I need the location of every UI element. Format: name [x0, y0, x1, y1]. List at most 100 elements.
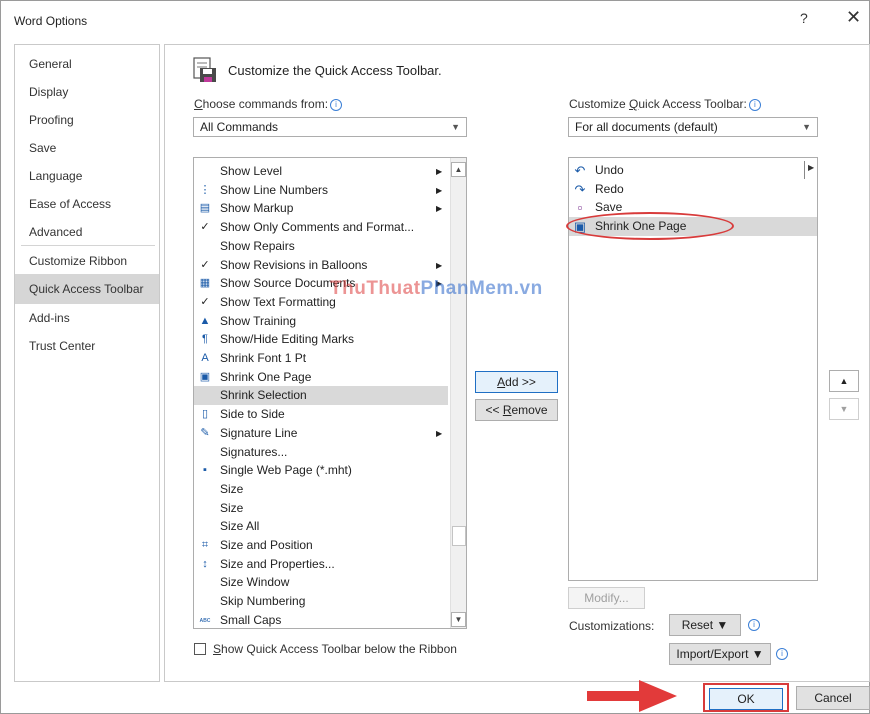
command-label: Size	[220, 481, 244, 496]
command-list-item[interactable]: ✎ Signature Line ▶	[194, 424, 448, 443]
small-caps-icon: ᴀʙᴄ	[199, 616, 211, 624]
undo-icon: ↶	[574, 163, 586, 178]
command-label: Shrink Selection	[220, 388, 307, 403]
submenu-arrow-icon: ▶	[436, 185, 443, 195]
scroll-up-icon[interactable]: ▲	[451, 162, 466, 177]
commands-scrollbar[interactable]: ▲ ▼	[450, 158, 466, 628]
show-below-ribbon-checkbox[interactable]	[194, 643, 206, 655]
check-icon: ✓	[200, 295, 210, 308]
command-list-item[interactable]: Size	[194, 480, 448, 499]
graduation-cap-icon: ▲	[199, 314, 211, 327]
modify-button[interactable]: Modify...	[568, 587, 645, 609]
help-button[interactable]: ?	[800, 10, 808, 26]
command-list-item[interactable]: ⌗ Size and Position	[194, 536, 448, 555]
nav-item-trust-center[interactable]: Trust Center	[15, 333, 159, 359]
command-label: Show Training	[220, 313, 297, 328]
move-up-button[interactable]: ▲	[829, 370, 859, 392]
nav-item-general[interactable]: General	[15, 51, 159, 77]
command-list-item[interactable]: Show Repairs	[194, 237, 448, 256]
remove-button[interactable]: << Remove	[475, 399, 558, 421]
choose-commands-combo[interactable]: All Commands ▼	[193, 117, 467, 137]
nav-item-proofing[interactable]: Proofing	[15, 107, 159, 133]
toolbar-list-item[interactable]: ↷ Redo	[569, 180, 817, 199]
choose-commands-label: Choose commands from: i	[194, 97, 343, 111]
scroll-thumb[interactable]	[452, 526, 466, 546]
dialog-title: Word Options	[14, 14, 88, 28]
command-label: Shrink Font 1 Pt	[220, 351, 307, 365]
command-label: Shrink One Page	[220, 369, 312, 384]
scroll-down-icon[interactable]: ▼	[451, 612, 466, 627]
command-label: Small Caps	[220, 612, 282, 627]
command-list-item[interactable]: Skip Numbering	[194, 592, 448, 611]
command-list-item[interactable]: Size	[194, 499, 448, 518]
toolbar-item-label: Redo	[595, 181, 624, 196]
command-list-item[interactable]: ᴀʙᴄ Small Caps	[194, 611, 448, 628]
size-properties-icon: ↕	[202, 557, 208, 570]
command-label: Show Repairs	[220, 238, 295, 253]
customize-qat-combo[interactable]: For all documents (default) ▼	[568, 117, 818, 137]
customize-qat-value: For all documents (default)	[575, 120, 718, 134]
command-list-item[interactable]: Signatures...	[194, 443, 448, 462]
command-list-item[interactable]: ▲ Show Training	[194, 312, 448, 331]
info-icon: i	[748, 619, 760, 631]
nav-item-advanced[interactable]: Advanced	[15, 219, 159, 245]
nav-item-customize-ribbon[interactable]: Customize Ribbon	[15, 248, 159, 274]
command-list-item[interactable]: Size Window	[194, 573, 448, 592]
command-list-item[interactable]: Size All	[194, 517, 448, 536]
command-label: Size	[220, 500, 244, 515]
signature-icon: ✎	[200, 426, 210, 439]
nav-item-save[interactable]: Save	[15, 135, 159, 161]
nav-item-language[interactable]: Language	[15, 163, 159, 189]
submenu-arrow-icon: ▶	[808, 163, 815, 172]
add-button[interactable]: Add >>	[475, 371, 558, 393]
nav-divider	[21, 245, 155, 246]
command-list-item[interactable]: A Shrink Font 1 Pt	[194, 349, 448, 368]
redo-icon: ↷	[574, 181, 586, 197]
import-export-button[interactable]: Import/Export ▼	[669, 643, 771, 665]
command-list-item[interactable]: ✓ Show Only Comments and Format...	[194, 218, 448, 237]
submenu-arrow-icon: ▶	[436, 260, 443, 270]
command-list-item[interactable]: ▣ Shrink One Page	[194, 368, 448, 387]
command-label: Show Only Comments and Format...	[220, 220, 415, 235]
ok-button[interactable]: OK	[709, 688, 783, 710]
cancel-button[interactable]: Cancel	[796, 686, 870, 710]
info-icon: i	[330, 98, 343, 111]
nav-item-quick-access-toolbar[interactable]: Quick Access Toolbar	[15, 274, 159, 304]
choose-commands-value: All Commands	[200, 120, 279, 134]
side-by-side-icon: ▯	[201, 408, 209, 421]
command-label: Show Text Formatting	[220, 294, 336, 309]
section-heading: Customize the Quick Access Toolbar.	[228, 63, 442, 78]
command-list-item[interactable]: ▯ Side to Side	[194, 405, 448, 424]
info-icon: i	[776, 648, 788, 660]
toolbar-item-label: Undo	[595, 163, 624, 177]
nav-item-add-ins[interactable]: Add-ins	[15, 305, 159, 331]
command-list-item[interactable]: Show Level ▶	[194, 162, 448, 181]
nav-item-ease-of-access[interactable]: Ease of Access	[15, 191, 159, 217]
command-label: Single Web Page (*.mht)	[220, 463, 352, 478]
close-button[interactable]: ✕	[846, 7, 861, 28]
command-list-item[interactable]: ¶ Show/Hide Editing Marks	[194, 330, 448, 349]
check-icon: ✓	[200, 221, 210, 234]
command-list-item[interactable]: ✓ Show Revisions in Balloons ▶	[194, 256, 448, 275]
toolbar-list-item[interactable]: ↶ Undo	[569, 161, 817, 180]
commands-listbox[interactable]: Show Level ▶ ⋮ Show Line Numbers ▶ ▤ Show Mark…	[193, 157, 467, 629]
command-list-item[interactable]: Shrink Selection	[194, 386, 448, 406]
nav-item-display[interactable]: Display	[15, 79, 159, 105]
reset-button[interactable]: Reset ▼	[669, 614, 741, 636]
info-icon: i	[748, 98, 761, 111]
command-list-item[interactable]: ▤ Show Markup ▶	[194, 199, 448, 218]
command-label: Size and Position	[220, 538, 313, 552]
command-list-item[interactable]: ↕ Size and Properties...	[194, 555, 448, 574]
command-label: Show Level	[220, 164, 283, 178]
quick-access-toolbar-icon	[193, 57, 216, 82]
customizations-label: Customizations:	[569, 619, 655, 633]
arrow-icon	[587, 680, 677, 712]
separator-line	[804, 161, 805, 179]
check-icon: ✓	[200, 258, 210, 271]
move-down-button[interactable]: ▼	[829, 398, 859, 420]
command-list-item[interactable]: ⋮ Show Line Numbers ▶	[194, 181, 448, 200]
command-label: Side to Side	[220, 407, 285, 422]
command-list-item[interactable]: ▪ Single Web Page (*.mht)	[194, 461, 448, 480]
command-label: Show Revisions in Balloons	[220, 257, 368, 272]
command-label: Show Markup	[220, 201, 294, 216]
